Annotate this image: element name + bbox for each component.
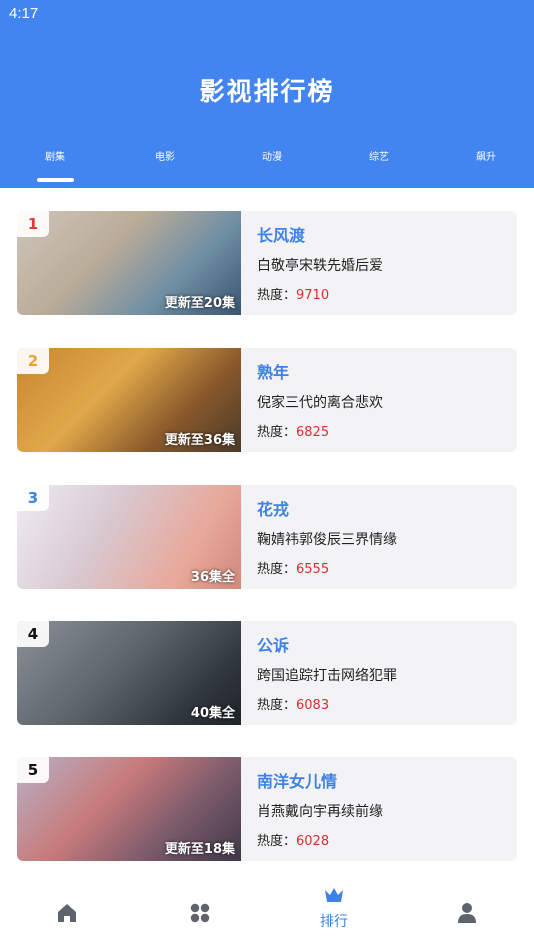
ranking-card-3[interactable]: 3 36集全 花戎 鞠婧祎郭俊辰三界情缘 热度：6555 — [17, 485, 517, 589]
episode-status: 更新至20集 — [164, 296, 235, 311]
home-icon — [58, 904, 76, 922]
heat-score: 热度：6083 — [257, 694, 329, 713]
heat-score: 热度：6555 — [257, 558, 329, 577]
heat-label: 热度： — [257, 288, 297, 303]
nav-categories[interactable] — [155, 873, 245, 949]
tab-rising[interactable]: 飙升 — [446, 148, 526, 182]
tab-series-label: 剧集 — [45, 152, 65, 163]
tab-active-indicator — [36, 178, 74, 182]
heat-value: 9710 — [296, 288, 330, 303]
nav-profile[interactable] — [422, 873, 512, 949]
user-icon — [458, 903, 476, 923]
header-bar: 4:17 影视排行榜 剧集 电影 动漫 综艺 飙升 — [0, 0, 534, 188]
poster-image: 1 更新至20集 — [17, 211, 241, 315]
episode-status: 40集全 — [190, 706, 235, 721]
tab-variety[interactable]: 综艺 — [339, 148, 419, 182]
category-icon — [190, 903, 210, 923]
tab-rising-label: 飙升 — [476, 152, 496, 163]
category-tabs: 剧集 电影 动漫 综艺 飙升 — [0, 148, 534, 188]
nav-ranking[interactable]: 排行 — [289, 873, 379, 949]
episode-status: 36集全 — [190, 570, 235, 585]
heat-label: 热度： — [257, 425, 297, 440]
drama-title: 熟年 — [257, 363, 290, 382]
page-title: 影视排行榜 — [199, 77, 335, 106]
drama-description: 跨国追踪打击网络犯罪 — [257, 668, 397, 684]
tab-anime[interactable]: 动漫 — [232, 148, 312, 182]
poster-image: 2 更新至36集 — [17, 348, 241, 452]
tab-movies[interactable]: 电影 — [125, 148, 205, 182]
ranking-card-5[interactable]: 5 更新至18集 南洋女儿情 肖燕戴向宇再续前缘 热度：6028 — [17, 757, 517, 861]
tab-anime-label: 动漫 — [262, 152, 282, 163]
rank-badge: 1 — [17, 211, 49, 237]
heat-label: 热度： — [257, 834, 297, 849]
rank-badge: 5 — [17, 757, 49, 783]
episode-status: 更新至36集 — [164, 433, 235, 448]
heat-score: 热度：6028 — [257, 830, 329, 849]
drama-title: 花戎 — [257, 500, 290, 519]
status-time: 4:17 — [9, 5, 39, 22]
tab-series[interactable]: 剧集 — [15, 148, 95, 182]
heat-label: 热度： — [257, 562, 297, 577]
ranking-card-2[interactable]: 2 更新至36集 熟年 倪家三代的离合悲欢 热度：6825 — [17, 348, 517, 452]
drama-description: 倪家三代的离合悲欢 — [257, 395, 383, 411]
rank-badge: 4 — [17, 621, 49, 647]
poster-image: 5 更新至18集 — [17, 757, 241, 861]
drama-title: 公诉 — [257, 636, 290, 655]
drama-description: 鞠婧祎郭俊辰三界情缘 — [257, 532, 397, 548]
heat-score: 热度：6825 — [257, 421, 329, 440]
poster-image: 4 40集全 — [17, 621, 241, 725]
poster-image: 3 36集全 — [17, 485, 241, 589]
drama-title: 南洋女儿情 — [257, 772, 338, 791]
heat-value: 6028 — [296, 834, 330, 849]
rank-badge: 3 — [17, 485, 49, 511]
tab-movies-label: 电影 — [155, 152, 175, 163]
heat-label: 热度： — [257, 698, 297, 713]
ranking-card-4[interactable]: 4 40集全 公诉 跨国追踪打击网络犯罪 热度：6083 — [17, 621, 517, 725]
nav-home[interactable] — [22, 873, 112, 949]
heat-value: 6555 — [296, 562, 330, 577]
drama-title: 长风渡 — [257, 226, 306, 245]
crown-icon — [325, 888, 343, 902]
heat-value: 6083 — [296, 698, 330, 713]
heat-value: 6825 — [296, 425, 330, 440]
nav-ranking-label: 排行 — [320, 914, 348, 930]
drama-description: 白敬亭宋轶先婚后爱 — [257, 258, 383, 274]
drama-description: 肖燕戴向宇再续前缘 — [257, 804, 383, 820]
tab-variety-label: 综艺 — [369, 152, 389, 163]
episode-status: 更新至18集 — [164, 842, 235, 857]
heat-score: 热度：9710 — [257, 284, 329, 303]
ranking-card-1[interactable]: 1 更新至20集 长风渡 白敬亭宋轶先婚后爱 热度：9710 — [17, 211, 517, 315]
bottom-nav: 排行 — [0, 873, 534, 949]
rank-badge: 2 — [17, 348, 49, 374]
